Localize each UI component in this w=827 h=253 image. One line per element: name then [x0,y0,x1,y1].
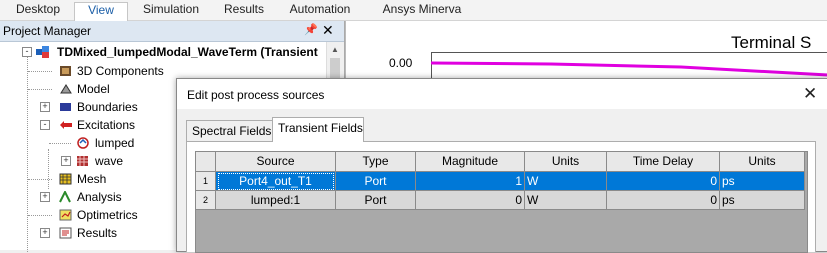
design-icon [36,46,49,58]
results-icon [59,227,72,239]
expand-icon[interactable]: + [61,156,71,166]
tree-item-label: Analysis [77,190,122,204]
cell-focus-indicator [218,173,334,190]
cell-time-delay[interactable]: 0 [607,191,720,210]
column-header-units[interactable]: Units [525,152,607,172]
tab-results[interactable]: Results [216,2,272,20]
cell-units[interactable]: W [525,172,607,191]
collapse-icon[interactable]: - [22,47,32,57]
tree-item-label: lumped [95,136,135,150]
column-header-magnitude[interactable]: Magnitude [416,152,525,172]
plot-trace [431,61,827,77]
column-header-delay-units[interactable]: Units [720,152,805,172]
column-header-time-delay[interactable]: Time Delay [607,152,720,172]
cell-type[interactable]: Port [336,191,416,210]
tab-spectral-fields[interactable]: Spectral Fields [186,120,274,141]
dialog-title: Edit post process sources [187,88,325,102]
tree-item-label: Mesh [77,172,107,186]
close-icon[interactable]: ✕ [322,22,334,39]
project-manager-title: Project Manager [3,24,92,38]
cell-magnitude[interactable]: 0 [416,191,525,210]
tab-desktop[interactable]: Desktop [4,2,72,20]
grid-corner [196,152,216,172]
model-icon [60,84,72,94]
edit-post-process-sources-dialog: Edit post process sources ✕ Spectral Fie… [176,78,827,253]
wave-port-icon [77,156,88,166]
project-manager-titlebar: Project Manager 📌 ✕ [0,21,344,42]
expand-icon[interactable]: + [40,228,50,238]
y-tick-label: 0.00 [389,56,413,70]
scroll-up-icon[interactable]: ▲ [331,45,339,54]
column-header-source[interactable]: Source [216,152,336,172]
sources-grid: Source Type Magnitude Units Time Delay U… [195,151,808,253]
collapse-icon[interactable]: - [40,120,50,130]
cell-source[interactable]: lumped:1 [216,191,336,210]
tree-item-label: Optimetrics [77,208,138,222]
tab-view[interactable]: View [74,2,128,21]
tab-simulation[interactable]: Simulation [132,2,210,20]
cell-type[interactable]: Port [336,172,416,191]
tree-connector [28,179,52,180]
tree-item-label: wave [95,154,124,168]
excitations-icon [60,121,72,129]
row-header[interactable]: 1 [196,172,216,191]
tab-ansys-minerva[interactable]: Ansys Minerva [372,2,472,20]
cell-magnitude[interactable]: 1 [416,172,525,191]
tree-item-label: Excitations [77,118,136,132]
cell-time-delay[interactable]: 0 [607,172,720,191]
expand-icon[interactable]: + [40,192,50,202]
ribbon-tab-bar: Desktop View Simulation Results Automati… [0,0,827,21]
lumped-port-icon [77,137,89,149]
tree-item-label: Results [77,226,118,240]
boundaries-icon [60,103,71,111]
analysis-icon [59,191,71,203]
expand-icon[interactable]: + [40,102,50,112]
cell-delay-units[interactable]: ps [720,172,805,191]
optimetrics-icon [59,209,72,221]
close-icon[interactable]: ✕ [803,84,817,104]
cell-delay-units[interactable]: ps [720,191,805,210]
tree-item-label: TDMixed_lumpedModal_WaveTerm (Transient [57,45,318,59]
tree-item-design[interactable]: - TDMixed_lumpedModal_WaveTerm (Transien… [0,43,326,61]
tree-connector [28,215,52,216]
tree-connector [28,89,52,90]
components-icon [60,66,71,76]
tree-item-label: 3D Components [77,64,164,78]
pin-icon[interactable]: 📌 [304,23,318,36]
mesh-icon [59,173,72,185]
tab-transient-fields[interactable]: Transient Fields [272,117,364,142]
plot-title: Terminal S [731,33,812,52]
cell-units[interactable]: W [525,191,607,210]
tree-connector [28,71,52,72]
tab-automation[interactable]: Automation [280,2,360,20]
row-header[interactable]: 2 [196,191,216,210]
tree-connector [49,143,71,144]
column-header-type[interactable]: Type [336,152,416,172]
tree-item-label: Boundaries [77,100,138,114]
tree-item-label: Model [77,82,110,96]
dialog-titlebar: Edit post process sources ✕ [177,79,827,109]
